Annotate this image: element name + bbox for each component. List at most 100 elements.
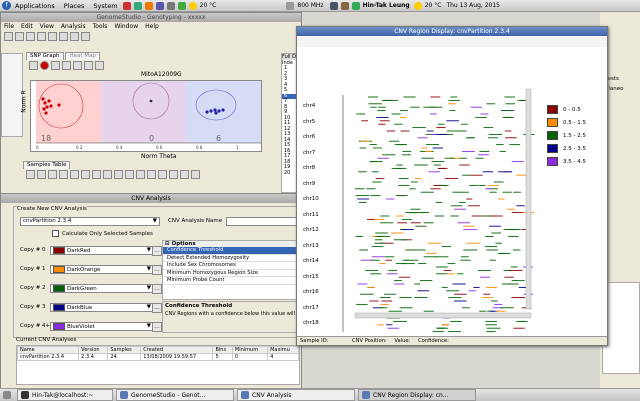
analysis-name-input[interactable]	[226, 217, 300, 226]
sample-point[interactable]	[44, 111, 48, 115]
menu-system[interactable]: System	[93, 2, 117, 10]
grid-icon[interactable]	[73, 60, 82, 70]
menu-places[interactable]: Places	[64, 2, 85, 10]
taskbar-item[interactable]: CNV Region Display: cn...	[358, 389, 476, 401]
column-header[interactable]: Created	[140, 346, 214, 354]
table-tool-icon[interactable]	[70, 169, 79, 179]
cut-icon[interactable]	[48, 31, 57, 41]
table-tool-icon[interactable]	[114, 169, 123, 179]
option-item[interactable]: Include Sex Chromosomes	[163, 262, 301, 270]
menu-help[interactable]: Help	[145, 23, 159, 30]
table-tool-icon[interactable]	[180, 169, 189, 179]
show-desktop-icon[interactable]	[3, 391, 11, 399]
vertical-scrollbar[interactable]	[525, 88, 532, 310]
launcher-icon[interactable]	[122, 1, 131, 10]
sample-point[interactable]	[214, 111, 218, 115]
menu-tools[interactable]: Tools	[93, 23, 108, 30]
tab-heat-map[interactable]: Heat Map	[65, 52, 100, 60]
sample-point[interactable]	[221, 108, 225, 112]
sample-point[interactable]	[49, 104, 53, 108]
print-icon[interactable]	[37, 31, 46, 41]
zoom-icon[interactable]	[51, 60, 60, 70]
undo-icon[interactable]	[81, 31, 90, 41]
color-picker-button[interactable]: …	[152, 322, 162, 332]
menu-window[interactable]: Window	[114, 23, 138, 30]
sample-point[interactable]	[43, 101, 47, 105]
table-tool-icon[interactable]	[103, 169, 112, 179]
record-icon[interactable]	[40, 60, 49, 70]
table-tool-icon[interactable]	[147, 169, 156, 179]
calc-selected-checkbox[interactable]	[52, 230, 59, 237]
tab-snp-graph[interactable]: SNP Graph	[26, 52, 64, 60]
option-item[interactable]: Confidence Threshold	[163, 247, 301, 255]
volume-icon[interactable]	[340, 1, 349, 10]
table-tool-icon[interactable]	[37, 169, 46, 179]
table-tool-icon[interactable]	[191, 169, 200, 179]
copy-color-select[interactable]: DarkBlue ▼	[50, 303, 154, 312]
table-tool-icon[interactable]	[169, 169, 178, 179]
table-tool-icon[interactable]	[48, 169, 57, 179]
taskbar-item[interactable]: GenomeStudio - Genot...	[116, 389, 234, 401]
menu-file[interactable]: File	[4, 23, 14, 30]
sample-point[interactable]	[57, 103, 61, 107]
menu-edit[interactable]: Edit	[21, 23, 33, 30]
taskbar-item[interactable]: Hin-Tak@localhost:~	[17, 389, 113, 401]
table-tool-icon[interactable]	[59, 169, 68, 179]
sample-point[interactable]	[42, 107, 46, 111]
option-item[interactable]: Detect Extended Homozygosity	[163, 255, 301, 262]
copy-color-select[interactable]: DarkGreen ▼	[50, 284, 154, 293]
open-icon[interactable]	[15, 31, 24, 41]
copy-color-select[interactable]: BlueViolet ▼	[50, 322, 154, 331]
plugin-select[interactable]: cnvPartition 2.3.4 ▼	[20, 217, 160, 226]
pointer-icon[interactable]	[29, 60, 38, 70]
launcher-icon[interactable]	[133, 1, 142, 10]
column-header[interactable]: Samples	[107, 346, 142, 354]
table-tool-icon[interactable]	[158, 169, 167, 179]
region-window-title[interactable]: CNV Region Display: cnvPartition 2.3.4	[297, 27, 607, 36]
new-icon[interactable]	[4, 31, 13, 41]
column-header[interactable]: Version	[78, 346, 109, 354]
option-item[interactable]: Minimum Homozygous Region Size	[163, 270, 301, 277]
color-picker-button[interactable]: …	[152, 303, 162, 313]
column-header[interactable]: Bins	[212, 346, 233, 354]
column-header[interactable]: Maximu	[267, 346, 299, 354]
taskbar-item[interactable]: CNV Analysis	[237, 389, 355, 401]
dialog-title[interactable]: CNV Analysis	[1, 194, 301, 203]
distro-logo-icon[interactable]: f	[2, 1, 11, 10]
option-item[interactable]: Minimum Probe Count	[163, 277, 301, 285]
color-picker-button[interactable]: …	[152, 284, 162, 294]
save-icon[interactable]	[26, 31, 35, 41]
firefox-icon[interactable]	[144, 1, 153, 10]
snp-graph-plot[interactable]: 18 0 6 0 0.2 0.4 0.6 0.8 1	[30, 80, 262, 152]
settings-icon[interactable]	[95, 60, 104, 70]
sample-point[interactable]	[149, 99, 153, 103]
copy-color-select[interactable]: DarkOrange ▼	[50, 265, 154, 274]
user-name[interactable]: Hin-Tak Leung	[363, 2, 410, 9]
sample-point[interactable]	[41, 97, 45, 101]
menu-applications[interactable]: Applications	[15, 2, 55, 10]
sample-point[interactable]	[205, 110, 209, 114]
horizontal-scrollbar[interactable]	[354, 312, 532, 319]
copy-icon[interactable]	[59, 31, 68, 41]
export-icon[interactable]	[84, 60, 93, 70]
paste-icon[interactable]	[70, 31, 79, 41]
color-picker-button[interactable]: …	[152, 265, 162, 275]
column-header[interactable]: Minimum	[231, 346, 269, 354]
window-title[interactable]: GenomeStudio - Genotyping - xxxxx	[1, 13, 301, 22]
sample-point[interactable]	[47, 99, 51, 103]
copy-color-select[interactable]: DarkRed ▼	[50, 246, 154, 255]
launcher-icon[interactable]	[177, 1, 186, 10]
cluster-icon[interactable]	[62, 60, 71, 70]
sample-point[interactable]	[45, 105, 49, 109]
tab-samples-table[interactable]: Samples Table	[23, 161, 71, 169]
table-tool-icon[interactable]	[125, 169, 134, 179]
color-picker-button[interactable]: …	[152, 246, 162, 256]
table-tool-icon[interactable]	[136, 169, 145, 179]
table-row[interactable]: cnvPartition 2.3.4 2.3.4 24 13/08/2009 19:5…	[17, 353, 299, 361]
sample-point[interactable]	[209, 109, 213, 113]
sample-point[interactable]	[213, 108, 217, 112]
table-tool-icon[interactable]	[81, 169, 90, 179]
column-header[interactable]: Name	[17, 346, 80, 354]
clock[interactable]: Thu 13 Aug, 2015	[446, 2, 500, 9]
table-tool-icon[interactable]	[26, 169, 35, 179]
